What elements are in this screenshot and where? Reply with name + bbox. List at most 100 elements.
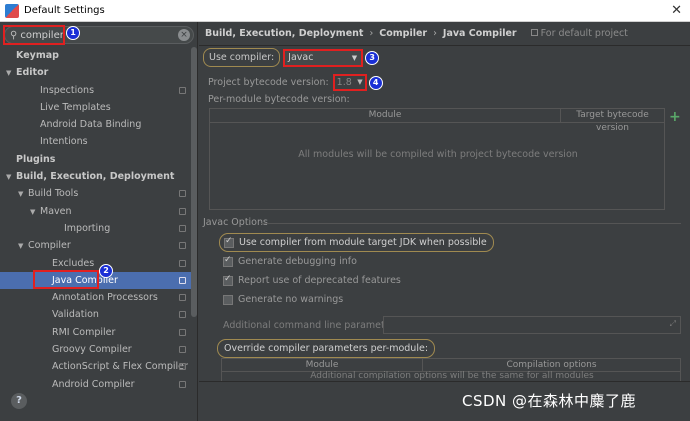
cmdline-input[interactable]: ⤢ xyxy=(383,316,681,334)
option-no-warnings[interactable]: Generate no warnings xyxy=(223,294,343,305)
watermark: CSDN @在森林中麋了鹿 xyxy=(462,392,637,410)
project-settings-icon xyxy=(179,190,186,198)
expand-arrow-icon[interactable]: ▼ xyxy=(18,238,28,255)
annotation-badge-3: 3 xyxy=(365,50,380,65)
search-input[interactable] xyxy=(20,29,161,41)
search-icon: ⚲ xyxy=(10,29,18,41)
sidebar-item-rmi-compiler[interactable]: RMI Compiler xyxy=(0,324,191,341)
project-settings-icon xyxy=(179,380,186,388)
compiler-select[interactable]: Javac ▼ xyxy=(283,48,364,67)
sidebar-item-excludes[interactable]: Excludes xyxy=(0,255,191,272)
column-module[interactable]: Module xyxy=(210,109,560,122)
help-icon[interactable]: ? xyxy=(11,393,27,409)
sidebar-item-label: Android Data Binding xyxy=(40,119,142,131)
override-label: Override compiler parameters per-module: xyxy=(217,339,436,358)
project-settings-icon xyxy=(179,363,186,371)
sidebar-item-validation[interactable]: Validation xyxy=(0,306,191,323)
default-project-note: For default project xyxy=(530,28,628,39)
project-settings-icon xyxy=(179,294,186,302)
sidebar-item-label: Importing xyxy=(64,222,111,234)
expand-arrow-icon[interactable]: ▼ xyxy=(18,186,28,203)
expand-arrow-icon[interactable]: ▼ xyxy=(30,204,40,221)
sidebar-item-inspections[interactable]: Inspections xyxy=(0,82,191,99)
breadcrumb-separator: › xyxy=(369,28,374,39)
javac-options-title: Javac Options xyxy=(203,217,268,228)
project-settings-icon xyxy=(179,242,186,250)
compiler-select-value: Javac xyxy=(288,51,314,63)
sidebar-item-intentions[interactable]: Intentions xyxy=(0,133,191,150)
sidebar-item-build-tools[interactable]: ▼ Build Tools xyxy=(0,185,191,202)
column-module[interactable]: Module xyxy=(222,359,422,371)
column-target-bytecode[interactable]: Target bytecode version xyxy=(560,109,664,133)
sidebar-item-label: Compiler xyxy=(28,240,71,252)
window-title: Default Settings xyxy=(24,5,105,16)
expand-arrow-icon[interactable]: ▼ xyxy=(6,65,16,82)
sidebar-item-importing[interactable]: Importing xyxy=(0,220,191,237)
add-module-icon[interactable]: + xyxy=(669,110,681,124)
expand-arrow-icon[interactable]: ▼ xyxy=(6,169,16,186)
sidebar-item-keymap[interactable]: Keymap xyxy=(0,47,191,64)
sidebar-item-maven[interactable]: ▼ Maven xyxy=(0,203,191,220)
breadcrumb-java-compiler: Java Compiler xyxy=(442,28,517,39)
project-settings-icon xyxy=(179,207,186,215)
option-label: Generate no warnings xyxy=(238,294,344,305)
debug-info-checkbox[interactable] xyxy=(223,255,233,267)
table-header: Module Target bytecode version xyxy=(210,109,664,133)
annotation-badge-4: 4 xyxy=(368,75,383,90)
option-use-module-jdk[interactable]: Use compiler from module target JDK when… xyxy=(219,233,494,252)
no-warnings-checkbox[interactable] xyxy=(223,294,233,305)
per-module-table[interactable]: Module Target bytecode version All modul… xyxy=(209,108,665,210)
project-settings-icon xyxy=(179,346,186,354)
settings-search: ⚲ × xyxy=(4,26,194,44)
settings-tree: Keymap ▼ Editor Inspections Live Templates An… xyxy=(0,47,191,393)
option-deprecated[interactable]: Report use of deprecated features xyxy=(223,274,401,286)
sidebar-item-groovy-compiler[interactable]: Groovy Compiler xyxy=(0,341,191,358)
sidebar-item-label: Build Tools xyxy=(28,188,79,200)
option-debug-info[interactable]: Generate debugging info xyxy=(223,255,357,267)
project-settings-icon xyxy=(179,276,186,284)
java-compiler-panel: Use compiler: Javac ▼ 3 Project bytecode… xyxy=(199,46,690,382)
sidebar-scrollbar[interactable] xyxy=(191,47,197,317)
clear-search-icon[interactable]: × xyxy=(178,29,190,41)
bytecode-version-value: 1.8 xyxy=(336,77,352,88)
project-settings-icon xyxy=(179,224,186,232)
sidebar-item-android-data-binding[interactable]: Android Data Binding xyxy=(0,116,191,133)
sidebar-item-android-compiler[interactable]: Android Compiler xyxy=(0,376,191,393)
option-highlight: Use compiler from module target JDK when… xyxy=(219,233,494,252)
annotation-badge-2: 2 xyxy=(99,264,113,278)
empty-table-text: Additional compilation options will be t… xyxy=(310,371,594,381)
close-window-button[interactable]: ✕ xyxy=(671,3,682,18)
sidebar-item-plugins[interactable]: Plugins xyxy=(0,151,191,168)
sidebar-item-editor[interactable]: ▼ Editor xyxy=(0,64,191,81)
use-compiler-row: Use compiler: Javac ▼ 3 xyxy=(203,48,380,67)
deprecated-checkbox[interactable] xyxy=(223,274,233,286)
sidebar-item-label: Keymap xyxy=(16,50,59,61)
sidebar-item-java-compiler[interactable]: Java Compiler xyxy=(0,271,191,290)
sidebar-item-label: Groovy Compiler xyxy=(52,344,132,356)
expand-icon[interactable]: ⤢ xyxy=(670,319,676,329)
sidebar-item-live-templates[interactable]: Live Templates xyxy=(0,99,191,116)
bytecode-version-select[interactable]: 1.8 ▼ xyxy=(332,74,367,91)
use-compiler-label: Use compiler: xyxy=(203,48,281,67)
project-settings-icon xyxy=(179,328,186,336)
chevron-down-icon: ▼ xyxy=(351,53,358,62)
bytecode-version-label: Project bytecode version: xyxy=(208,77,329,88)
sidebar-item-label: Annotation Processors xyxy=(52,292,158,304)
project-settings-icon xyxy=(179,86,186,94)
sidebar-item-compiler[interactable]: ▼ Compiler xyxy=(0,237,191,254)
breadcrumb-build: Build, Execution, Deployment xyxy=(205,28,364,39)
breadcrumb-separator: › xyxy=(433,28,437,39)
sidebar-item-annotation-processors[interactable]: Annotation Processors xyxy=(0,289,191,306)
sidebar-item-actionscript-flex-compiler[interactable]: ActionScript & Flex Compiler xyxy=(0,358,191,375)
sidebar-item-label: Maven xyxy=(40,205,72,217)
override-table[interactable]: Module Compilation options Additional co… xyxy=(221,358,681,382)
use-module-jdk-checkbox[interactable] xyxy=(224,236,234,248)
settings-sidebar: ⚲ × Keymap ▼EditorInspections Live Templat… xyxy=(0,22,198,421)
chevron-down-icon: ▼ xyxy=(357,78,363,86)
column-compilation-options[interactable]: Compilation options xyxy=(422,359,680,371)
project-settings-icon xyxy=(179,311,186,319)
annotation-badge-1: 1 xyxy=(66,26,80,40)
sidebar-item-label: Live Templates xyxy=(40,101,111,113)
sidebar-item-build-execution-deployment[interactable]: ▼ Build, Execution, Deployment xyxy=(0,168,191,185)
project-icon xyxy=(530,29,538,36)
